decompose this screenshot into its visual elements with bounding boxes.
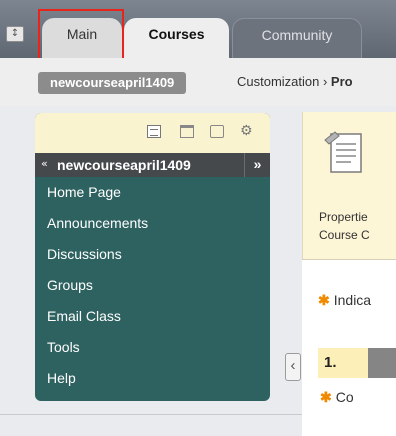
top-tab-bar: ↕ Main Courses Community bbox=[0, 0, 396, 60]
tab-courses[interactable]: Courses bbox=[124, 18, 229, 60]
up-down-arrows-icon[interactable]: ↕ bbox=[6, 26, 24, 42]
double-chevron-up-icon: « bbox=[41, 157, 48, 170]
course-menu-list: Home Page Announcements Discussions Grou… bbox=[35, 177, 270, 396]
menu-item-home-page[interactable]: Home Page bbox=[35, 179, 270, 210]
menu-item-tools[interactable]: Tools bbox=[35, 334, 270, 365]
collapse-menu-button[interactable]: » bbox=[244, 153, 270, 177]
properties-line-2: Course C bbox=[319, 228, 370, 242]
course-menu-toolbar: ⚙ bbox=[35, 113, 270, 153]
menu-item-groups[interactable]: Groups bbox=[35, 272, 270, 303]
menu-item-help[interactable]: Help bbox=[35, 365, 270, 396]
folder-icon[interactable] bbox=[180, 125, 194, 138]
course-menu-header[interactable]: « newcourseapril1409 » bbox=[35, 153, 270, 177]
breadcrumb-course-id[interactable]: newcourseapril1409 bbox=[38, 72, 187, 94]
properties-line-1: Propertie bbox=[319, 210, 368, 224]
required-star-icon: ✱ bbox=[320, 389, 332, 405]
step-number: 1. bbox=[324, 354, 337, 371]
step-title-bar bbox=[368, 348, 396, 378]
breadcrumb-current: Pro bbox=[330, 74, 353, 89]
properties-description: Propertie Course C bbox=[319, 208, 370, 244]
required-star-icon: ✱ bbox=[318, 292, 330, 308]
tab-community[interactable]: Community bbox=[232, 18, 362, 60]
list-view-icon[interactable] bbox=[147, 125, 161, 138]
main-content: Propertie Course C ✱ Indica 1. ✱ Co bbox=[302, 112, 396, 436]
gear-icon[interactable]: ⚙ bbox=[240, 123, 253, 139]
required-fields-note: ✱ Indica bbox=[318, 292, 371, 309]
document-icon bbox=[324, 131, 362, 173]
window-icon[interactable] bbox=[210, 125, 224, 138]
menu-item-discussions[interactable]: Discussions bbox=[35, 241, 270, 272]
required-note-text: Indica bbox=[333, 292, 372, 308]
menu-item-announcements[interactable]: Announcements bbox=[35, 210, 270, 241]
divider bbox=[0, 414, 302, 415]
course-menu-title[interactable]: newcourseapril1409 bbox=[57, 157, 191, 173]
breadcrumb-path: Customization › Pro bbox=[237, 74, 353, 89]
step-header: 1. bbox=[318, 348, 396, 378]
properties-header: Propertie Course C bbox=[302, 112, 396, 260]
step-field-text: Co bbox=[335, 389, 354, 405]
breadcrumb-prefix[interactable]: Customization › bbox=[237, 74, 331, 89]
breadcrumb: newcourseapril1409 Customization › Pro bbox=[0, 58, 396, 106]
chevron-left-icon[interactable]: ‹ bbox=[285, 353, 301, 381]
menu-item-email-class[interactable]: Email Class bbox=[35, 303, 270, 334]
tab-main[interactable]: Main bbox=[42, 18, 122, 60]
course-menu: ⚙ « newcourseapril1409 » Home Page Annou… bbox=[35, 113, 270, 401]
step-field-label: ✱ Co bbox=[320, 389, 354, 406]
